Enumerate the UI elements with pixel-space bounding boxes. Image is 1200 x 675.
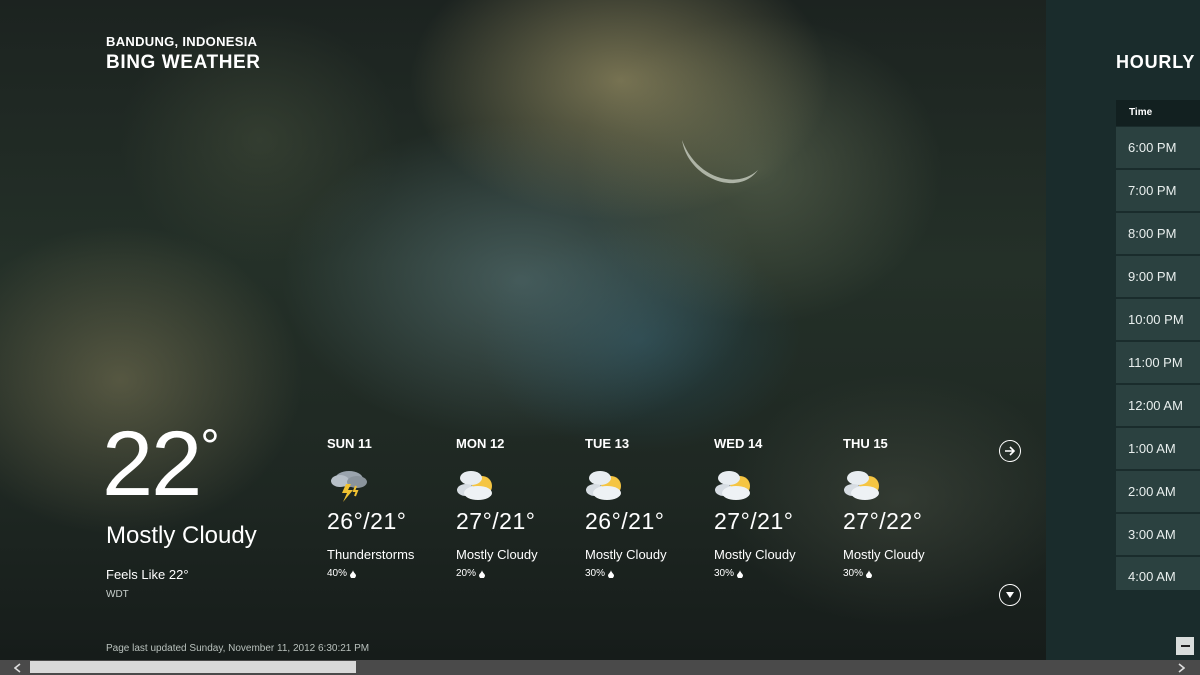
current-condition: Mostly Cloudy [106,522,257,549]
forecast-condition: Mostly Cloudy [714,547,796,562]
zoom-out-button[interactable] [1176,637,1194,655]
forecast-precip: 30% [843,568,968,579]
forecast-day-name: MON 12 [456,436,505,451]
hourly-row[interactable]: 12:00 AM [1116,385,1200,426]
hourly-row[interactable]: 1:00 AM [1116,428,1200,469]
hourly-row[interactable]: 4:00 AM [1116,557,1200,590]
forecast-day[interactable]: THU 15 27°/22° Mostly Cloudy 30% [843,436,968,579]
chevron-left-icon [14,662,21,673]
hourly-row[interactable]: 7:00 PM [1116,170,1200,211]
hourly-row[interactable]: 3:00 AM [1116,514,1200,555]
forecast-temp: 26°/21° [327,508,407,534]
forecast-temp: 27°/21° [456,508,536,534]
hourly-row[interactable]: 11:00 PM [1116,342,1200,383]
location-label[interactable]: BANDUNG, INDONESIA [106,34,257,49]
forecast-condition: Mostly Cloudy [585,547,667,562]
forecast-day[interactable]: MON 12 27°/21° Mostly Cloudy 20% [456,436,581,579]
raindrop-icon [608,569,615,578]
precip-value: 40% [327,568,348,579]
forecast-condition: Thunderstorms [327,547,415,562]
scrollbar-thumb[interactable] [30,661,356,673]
scroll-right-button[interactable] [1174,660,1189,675]
scroll-left-button[interactable] [10,660,25,675]
arrow-right-icon [1005,446,1016,456]
chevron-down-icon [1006,592,1014,598]
hourly-list: 6:00 PM 7:00 PM 8:00 PM 9:00 PM 10:00 PM… [1116,127,1200,590]
next-days-button[interactable] [999,440,1021,462]
forecast-temp: 26°/21° [585,508,665,534]
hourly-row[interactable]: 8:00 PM [1116,213,1200,254]
hourly-row[interactable]: 2:00 AM [1116,471,1200,512]
forecast-day-name: TUE 13 [585,436,630,451]
precip-value: 30% [585,568,606,579]
degree-symbol: ° [200,421,219,474]
feels-like: Feels Like 22° [106,567,189,582]
precip-value: 30% [714,568,735,579]
forecast-condition: Mostly Cloudy [843,547,925,562]
forecast-temp: 27°/22° [843,508,923,534]
hourly-row[interactable]: 6:00 PM [1116,127,1200,168]
hourly-row[interactable]: 9:00 PM [1116,256,1200,297]
forecast-day-name: THU 15 [843,436,888,451]
hourly-column-header: Time [1116,100,1200,126]
last-updated-text: Page last updated Sunday, November 11, 2… [106,643,370,654]
forecast-precip: 30% [585,568,710,579]
mostly-cloudy-icon [843,464,968,504]
chevron-right-icon [1178,662,1185,673]
precip-value: 30% [843,568,864,579]
forecast-day[interactable]: SUN 11 26°/21° Thunderstorms 40% [327,436,452,579]
current-temperature: 22° [102,418,220,510]
raindrop-icon [866,569,873,578]
hourly-panel: HOURLY Time 6:00 PM 7:00 PM 8:00 PM 9:00… [1046,0,1200,660]
forecast-precip: 30% [714,568,839,579]
current-temperature-value: 22 [102,413,202,515]
weather-station: WDT [106,589,129,600]
mostly-cloudy-icon [456,464,581,504]
thunderstorm-icon [327,464,452,504]
hourly-title[interactable]: HOURLY [1116,52,1195,73]
forecast-precip: 40% [327,568,452,579]
minus-icon [1180,645,1190,647]
forecast-precip: 20% [456,568,581,579]
forecast-day-name: WED 14 [714,436,763,451]
raindrop-icon [350,569,357,578]
forecast-day[interactable]: WED 14 27°/21° Mostly Cloudy 30% [714,436,839,579]
raindrop-icon [479,569,486,578]
forecast-temp: 27°/21° [714,508,794,534]
mostly-cloudy-icon [714,464,839,504]
forecast-day-name: SUN 11 [327,436,372,451]
precip-value: 20% [456,568,477,579]
raindrop-icon [737,569,744,578]
crescent-moon-image [682,140,758,184]
mostly-cloudy-icon [585,464,710,504]
forecast-day[interactable]: TUE 13 26°/21° Mostly Cloudy 30% [585,436,710,579]
app-title: BING WEATHER [106,52,261,73]
hourly-row[interactable]: 10:00 PM [1116,299,1200,340]
expand-details-button[interactable] [999,584,1021,606]
forecast-condition: Mostly Cloudy [456,547,538,562]
